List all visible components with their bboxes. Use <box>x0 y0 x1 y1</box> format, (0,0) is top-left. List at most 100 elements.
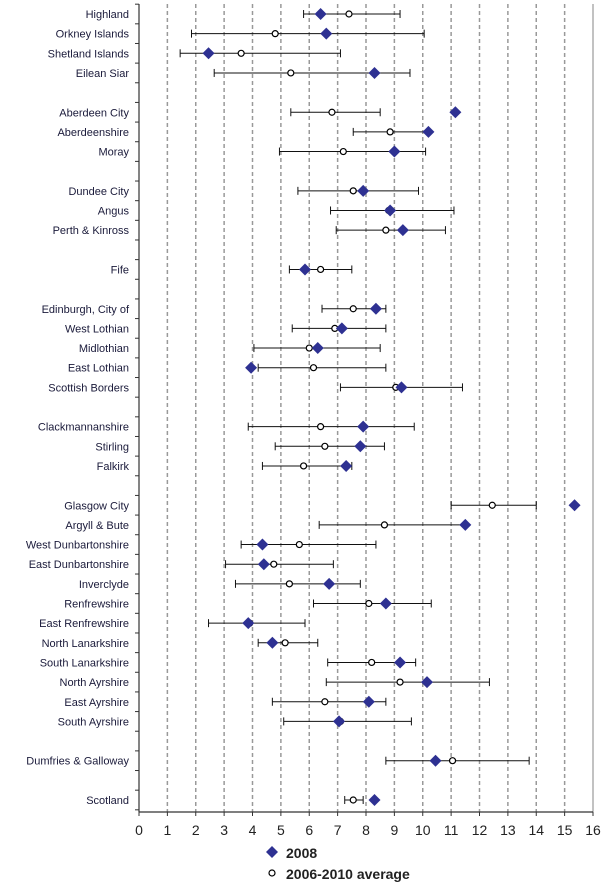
point-2008 <box>394 656 407 669</box>
x-tick-label: 4 <box>249 822 257 838</box>
point-2008 <box>256 538 269 551</box>
point-2008 <box>568 499 581 512</box>
point-2006-2010-average <box>321 442 329 450</box>
category-label: West Lothian <box>65 323 129 335</box>
row-eilean-siar: Eilean Siar <box>76 66 411 80</box>
row-clackmannanshire: Clackmannanshire <box>38 420 415 434</box>
category-label: Angus <box>98 206 130 218</box>
point-2008 <box>379 597 392 610</box>
x-tick-label: 1 <box>163 822 171 838</box>
category-label: Scottish Borders <box>48 382 129 394</box>
x-tick-label: 11 <box>444 822 459 838</box>
point-2008 <box>357 184 370 197</box>
x-tick-label: 9 <box>390 822 398 838</box>
category-label: North Ayrshire <box>60 677 130 689</box>
x-tick-label: 13 <box>500 822 516 838</box>
point-2006-2010-average <box>349 796 357 804</box>
row-north-lanarkshire: North Lanarkshire <box>42 636 319 650</box>
category-label: Inverclyde <box>79 579 129 591</box>
point-2008 <box>368 794 381 806</box>
x-tick-label: 0 <box>135 822 143 838</box>
category-label: Aberdeen City <box>59 107 129 119</box>
x-tick-label: 5 <box>277 822 285 838</box>
point-2006-2010-average <box>317 265 325 274</box>
x-tick-label: 8 <box>362 822 370 838</box>
point-2006-2010-average <box>328 108 336 116</box>
point-2006-2010-average <box>299 462 308 470</box>
point-2006-2010-average <box>386 128 394 136</box>
category-label: Renfrewshire <box>64 599 129 611</box>
category-label: Moray <box>98 147 129 159</box>
row-aberdeenshire: Aberdeenshire <box>57 125 435 139</box>
point-2006-2010-average <box>349 305 357 313</box>
row-west-dunbartonshire: West Dunbartonshire <box>26 538 377 552</box>
category-label: East Dunbartonshire <box>29 559 129 571</box>
dot-plot-chart: 0 1 2 3 4 5 6 7 8 9 10 11 12 13 14 15 16 HighlandOrkney … <box>26 3 601 882</box>
category-label: East Ayrshire <box>64 697 129 709</box>
point-2008 <box>357 420 370 433</box>
legend-circle-icon <box>268 869 276 877</box>
point-2008 <box>320 27 333 40</box>
category-label: Dumfries & Galloway <box>26 756 129 768</box>
row-inverclyde: Inverclyde <box>79 577 361 591</box>
category-label: Falkirk <box>97 461 130 473</box>
point-2008 <box>314 8 327 20</box>
point-2008 <box>388 145 401 158</box>
point-2008 <box>422 125 435 138</box>
x-tick-label: 15 <box>557 822 573 838</box>
category-label: North Lanarkshire <box>42 638 129 650</box>
category-label: Midlothian <box>79 343 129 355</box>
row-scotland: Scotland <box>86 794 381 807</box>
point-2008 <box>354 440 367 453</box>
point-2006-2010-average <box>382 226 390 234</box>
row-dumfries-galloway: Dumfries & Galloway <box>26 754 530 768</box>
point-2006-2010-average <box>281 639 289 647</box>
legend-label-average: 2006-2010 average <box>286 866 410 882</box>
point-2008 <box>396 224 409 237</box>
category-label: Argyll & Bute <box>65 520 129 532</box>
category-label: East Lothian <box>68 363 129 375</box>
row-renfrewshire: Renfrewshire <box>64 597 432 611</box>
point-2006-2010-average <box>448 757 457 765</box>
legend-label-2008: 2008 <box>286 845 317 861</box>
category-label: East Renfrewshire <box>39 618 129 630</box>
point-2008 <box>429 754 442 767</box>
category-label: Shetland Islands <box>48 48 130 60</box>
axes: 0 1 2 3 4 5 6 7 8 9 10 11 12 13 14 15 16 <box>135 3 601 838</box>
point-2008 <box>368 66 381 79</box>
point-2008 <box>257 558 270 571</box>
row-south-ayrshire: South Ayrshire <box>58 715 412 728</box>
row-moray: Moray <box>98 145 427 159</box>
category-label: Clackmannanshire <box>38 422 129 434</box>
row-midlothian: Midlothian <box>79 342 381 355</box>
row-scottish-borders: Scottish Borders <box>48 381 463 394</box>
point-2006-2010-average <box>349 187 357 195</box>
x-tick-label: 2 <box>192 822 200 838</box>
row-north-ayrshire: North Ayrshire <box>60 676 490 689</box>
x-tick-label: 14 <box>528 822 544 838</box>
row-highland: Highland <box>86 8 401 21</box>
point-2006-2010-average <box>365 599 373 608</box>
category-label: Perth & Kinross <box>53 225 130 237</box>
point-2008 <box>459 518 472 531</box>
point-2006-2010-average <box>270 560 278 568</box>
row-perth-kinross: Perth & Kinross <box>53 224 446 237</box>
point-2006-2010-average <box>368 658 376 667</box>
point-2008 <box>369 302 382 315</box>
x-tick-label: 7 <box>334 822 342 838</box>
row-aberdeen-city: Aberdeen City <box>59 106 462 119</box>
x-tick-label: 6 <box>305 822 313 838</box>
row-edinburgh-city-of: Edinburgh, City of <box>42 302 387 316</box>
row-glasgow-city: Glasgow City <box>64 499 581 512</box>
category-label: Eilean Siar <box>76 68 130 80</box>
x-tick-label: 16 <box>585 822 601 838</box>
point-2008 <box>202 47 215 60</box>
point-2008 <box>395 381 408 394</box>
row-argyll-bute: Argyll & Bute <box>65 518 472 532</box>
point-2006-2010-average <box>309 364 318 372</box>
legend-diamond-icon <box>266 846 278 858</box>
point-2006-2010-average <box>305 344 313 352</box>
point-2006-2010-average <box>339 147 347 156</box>
category-label: West Dunbartonshire <box>26 540 129 552</box>
category-label: Orkney Islands <box>56 29 130 41</box>
